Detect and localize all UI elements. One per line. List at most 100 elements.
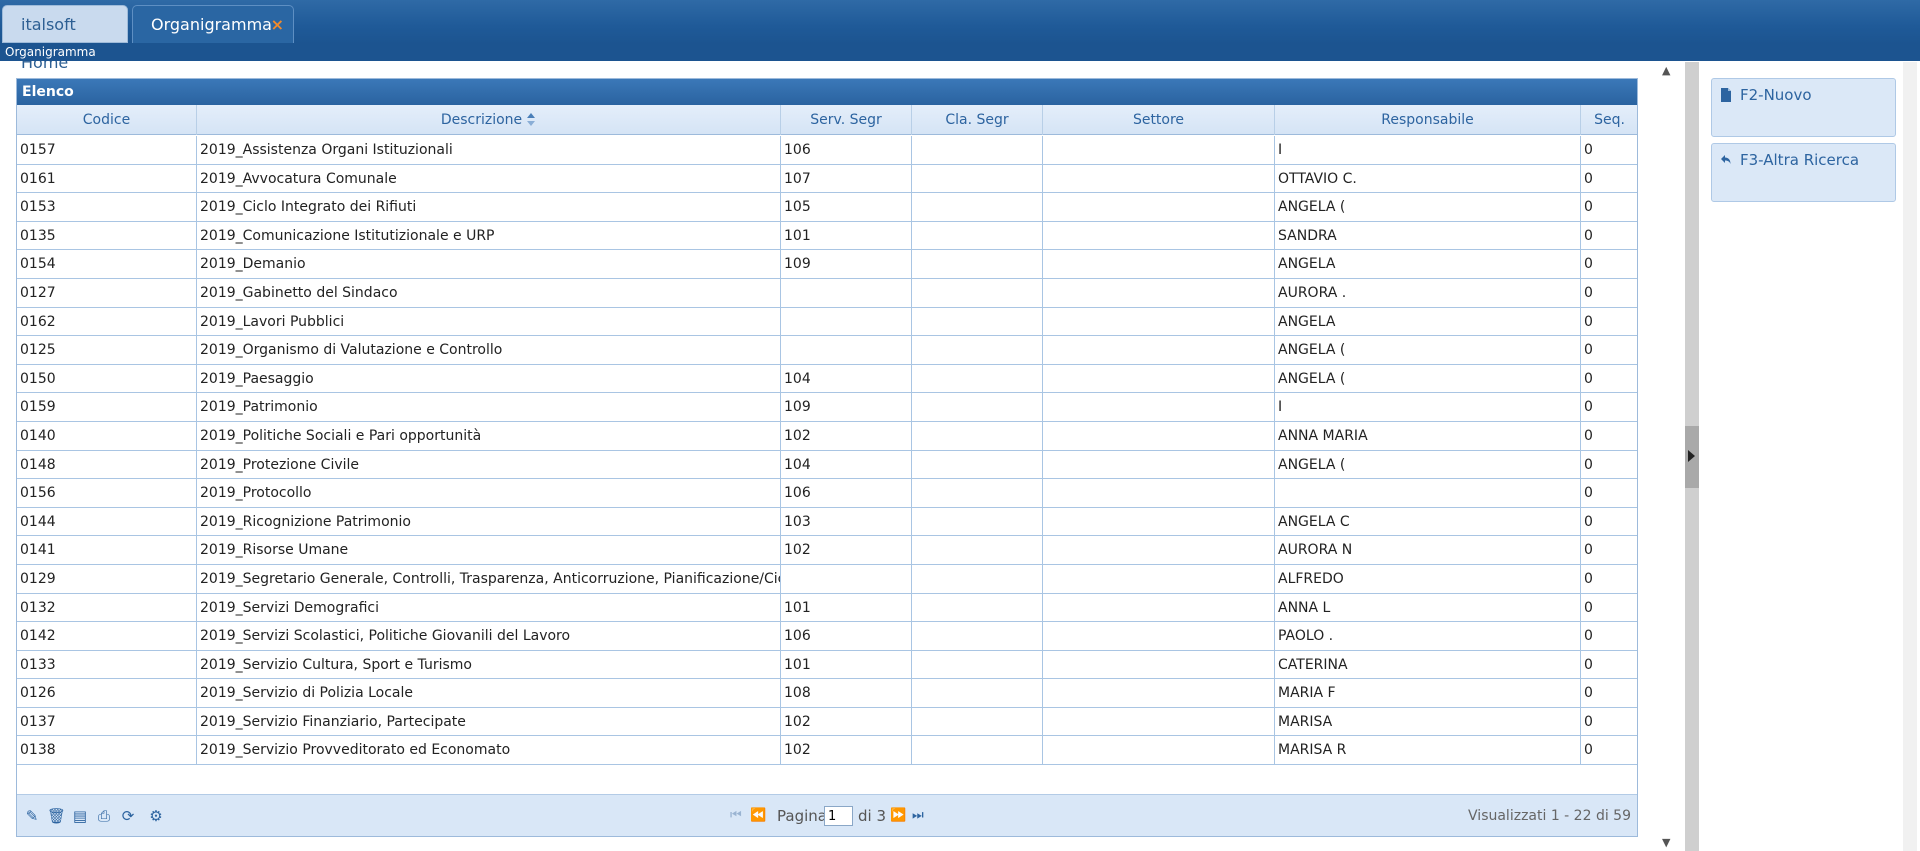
table-row[interactable]: 0135 2019_Comunicazione Istitutizionale e… — [17, 221, 1637, 251]
table-row[interactable]: 0157 2019_Assistenza Organi Istituzionali… — [17, 136, 1637, 165]
table-row[interactable]: 0138 2019_Servizio Provveditorato ed Econ… — [17, 736, 1637, 766]
table-row[interactable]: 0144 2019_Ricognizione Patrimonio 103 ANGEL… — [17, 507, 1637, 537]
table-cell — [1275, 479, 1581, 508]
table-cell: 0 — [1584, 542, 1593, 559]
table-row[interactable]: 0153 2019_Ciclo Integrato dei Rifiuti 105 A… — [17, 193, 1637, 222]
table-cell: 0156 — [17, 479, 197, 508]
table-cell: 0 — [1584, 256, 1593, 273]
column-header-codice[interactable]: Codice — [17, 105, 197, 135]
table-cell: 0 — [1584, 685, 1593, 702]
table-cell — [1043, 650, 1275, 680]
table-row[interactable]: 0140 2019_Politiche Sociali e Pari opport… — [17, 421, 1637, 451]
table-cell: ANGELA ( — [1275, 193, 1581, 222]
table-row[interactable]: 0127 2019_Gabinetto del Sindaco AURORA .0 — [17, 278, 1637, 308]
table-cell — [912, 364, 1043, 394]
table-cell — [1043, 707, 1275, 737]
table-cell — [1043, 622, 1275, 651]
table-row[interactable]: 0132 2019_Servizi Demografici 101 ANNA L0 — [17, 593, 1637, 623]
print-icon[interactable]: ⎙ — [95, 807, 113, 825]
table-cell — [1043, 536, 1275, 565]
table-row[interactable]: 0159 2019_Patrimonio 109 I 0 — [17, 393, 1637, 422]
table-row[interactable]: 0162 2019_Lavori Pubblici ANGELA 0 — [17, 307, 1637, 337]
table-row[interactable]: 0156 2019_Protocollo 106 0 — [17, 479, 1637, 508]
table-cell — [1043, 364, 1275, 394]
close-icon[interactable]: × — [271, 6, 284, 44]
column-header-serv-segr[interactable]: Serv. Segr — [781, 105, 912, 135]
table-row[interactable]: 0126 2019_Servizio di Polizia Locale 108 MA… — [17, 679, 1637, 708]
column-header-settore[interactable]: Settore — [1043, 105, 1275, 135]
tab-bar: italsoft Home Organigramma × — [0, 0, 1920, 72]
table-cell: 0148 — [17, 450, 197, 480]
prev-page-icon[interactable]: ⏪ — [750, 807, 766, 825]
column-header-responsabile[interactable]: Responsabile — [1275, 105, 1581, 135]
table-cell: 2019_Risorse Umane — [197, 536, 781, 565]
collapse-arrow-icon[interactable] — [1688, 450, 1695, 462]
table-cell — [781, 278, 912, 308]
table-cell — [1043, 336, 1275, 365]
actions-panel: F2-Nuovo F3-Altra Ricerca — [1711, 78, 1897, 208]
new-button[interactable]: F2-Nuovo — [1711, 78, 1896, 137]
table-row[interactable]: 0125 2019_Organismo di Valutazione e Cont… — [17, 336, 1637, 365]
grid-body: 0157 2019_Assistenza Organi Istituzionali… — [17, 136, 1637, 766]
table-cell: 106 — [781, 136, 912, 165]
column-header-descrizione[interactable]: Descrizione — [197, 105, 781, 135]
record-status: Visualizzati 1 - 22 di 59 — [1468, 808, 1631, 824]
export-icon[interactable]: ▤ — [71, 807, 89, 825]
table-row[interactable]: 0137 2019_Servizio Finanziario, Partecipa… — [17, 707, 1637, 737]
table-cell: 0137 — [17, 707, 197, 737]
settings-icon[interactable]: ⚙ — [147, 807, 165, 825]
table-cell: 0 — [1584, 142, 1593, 158]
table-row[interactable]: 0142 2019_Servizi Scolastici, Politiche G… — [17, 622, 1637, 651]
table-cell: 0125 — [17, 336, 197, 365]
other-search-button[interactable]: F3-Altra Ricerca — [1711, 143, 1896, 202]
table-cell — [781, 336, 912, 365]
table-cell — [1043, 421, 1275, 451]
table-cell: 0157 — [17, 136, 197, 165]
table-row[interactable]: 0154 2019_Demanio 109 ANGELA 0 — [17, 250, 1637, 279]
table-cell: 2019_Ciclo Integrato dei Rifiuti — [197, 193, 781, 222]
table-row[interactable]: 0133 2019_Servizio Cultura, Sport e Turis… — [17, 650, 1637, 680]
table-row[interactable]: 0148 2019_Protezione Civile 104 ANGELA (0 — [17, 450, 1637, 480]
table-cell: 101 — [781, 593, 912, 623]
table-cell: CATERINA — [1275, 650, 1581, 680]
delete-icon[interactable]: 🗑 — [47, 807, 66, 825]
column-header-seq[interactable]: Seq. — [1581, 105, 1638, 135]
table-cell: 0126 — [17, 679, 197, 708]
first-page-icon[interactable]: ⏮ — [730, 807, 742, 825]
tab-organigramma[interactable]: Organigramma × — [132, 5, 294, 43]
scroll-down-icon[interactable]: ▼ — [1662, 836, 1670, 849]
table-cell: ANGELA — [1275, 307, 1581, 337]
page-number-input[interactable] — [824, 806, 853, 826]
table-cell: 0 — [1584, 456, 1593, 473]
grid-scrollbar[interactable]: ▲ ▼ — [1660, 62, 1676, 851]
refresh-icon[interactable]: ⟳ — [119, 807, 137, 825]
table-cell — [1043, 136, 1275, 165]
table-row[interactable]: 0141 2019_Risorse Umane 102 AURORA N0 — [17, 536, 1637, 565]
table-cell: 0 — [1584, 599, 1593, 616]
table-row[interactable]: 0161 2019_Avvocatura Comunale 107 OTTAVIO C… — [17, 164, 1637, 194]
tab-italsoft-home[interactable]: italsoft Home — [2, 5, 128, 72]
column-header-cla-segr[interactable]: Cla. Segr — [912, 105, 1043, 135]
table-row[interactable]: 0129 2019_Segretario Generale, Controlli,… — [17, 564, 1637, 594]
next-page-icon[interactable]: ⏩ — [890, 807, 906, 825]
table-cell: 0141 — [17, 536, 197, 565]
tab-label: Organigramma — [151, 15, 272, 34]
table-cell: 2019_Segretario Generale, Controlli, Tra… — [197, 564, 781, 594]
breadcrumb: Organigramma — [0, 44, 1920, 61]
table-cell: 2019_Protocollo — [197, 479, 781, 508]
scroll-up-icon[interactable]: ▲ — [1662, 64, 1670, 77]
table-cell: 102 — [781, 707, 912, 737]
table-cell — [1043, 479, 1275, 508]
page-scrollbar[interactable] — [1903, 62, 1917, 851]
table-cell — [1043, 507, 1275, 537]
table-cell — [912, 507, 1043, 537]
last-page-icon[interactable]: ⏭ — [912, 807, 924, 825]
table-cell: 103 — [781, 507, 912, 537]
table-cell — [1043, 450, 1275, 480]
table-cell: 106 — [781, 479, 912, 508]
table-row[interactable]: 0150 2019_Paesaggio 104 ANGELA (0 — [17, 364, 1637, 394]
table-cell — [781, 564, 912, 594]
table-cell — [912, 164, 1043, 194]
table-cell — [912, 622, 1043, 651]
edit-icon[interactable]: ✎ — [23, 807, 41, 825]
